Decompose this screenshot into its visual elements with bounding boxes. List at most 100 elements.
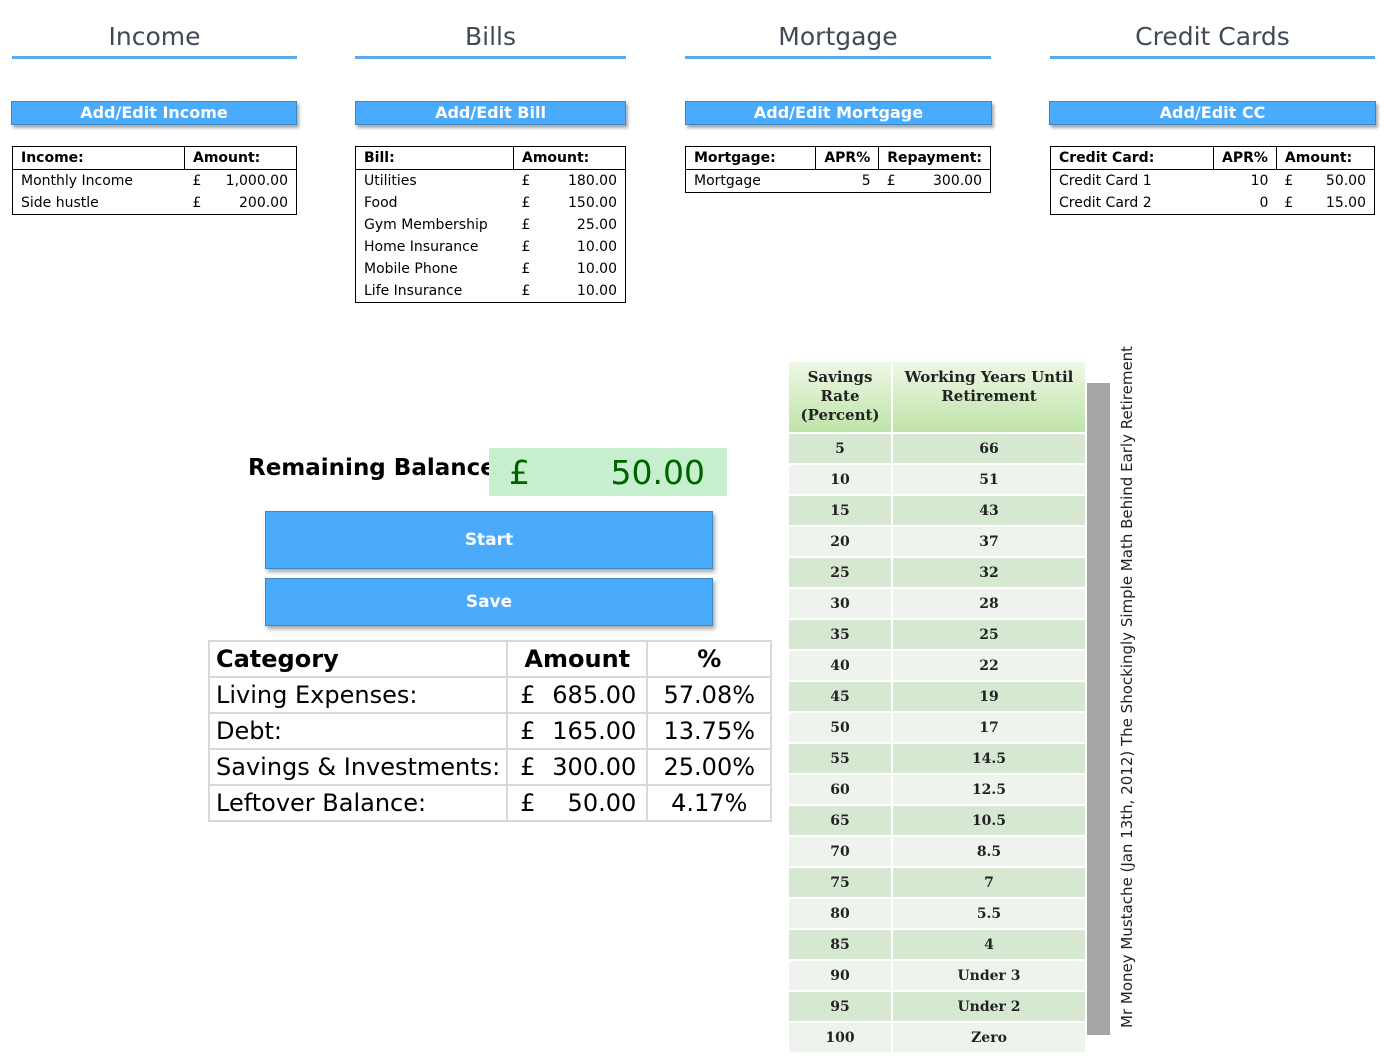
bill-name: Gym Membership [364, 217, 488, 233]
column-header: Income: [12, 146, 185, 170]
currency-symbol: £ [509, 453, 530, 492]
add-edit-mortgage-button[interactable]: Add/Edit Mortgage [685, 101, 992, 125]
working-years-cell: 28 [892, 587, 1087, 619]
table-row: 40 22 [789, 649, 1087, 681]
credit-cards-table: Credit Card: APR% Amount: Credit Card 1 … [1050, 146, 1375, 215]
table-row[interactable]: Mortgage 5 £ 300.00 [686, 170, 991, 193]
bill-amount: 150.00 [568, 195, 617, 211]
table-header-row: Bill: Amount: [355, 146, 626, 170]
income-title: Income [12, 22, 297, 59]
mortgage-title: Mortgage [685, 22, 991, 59]
working-years-cell: 8.5 [892, 835, 1087, 867]
bills-table: Bill: Amount: Utilities £180.00 Food £150.… [355, 146, 626, 303]
currency-symbol: £ [521, 283, 531, 299]
bill-name: Food [364, 195, 398, 211]
currency-symbol: £ [506, 748, 543, 786]
mortgage-table: Mortgage: APR% Repayment: Mortgage 5 £ 3… [685, 146, 991, 193]
card-name: Credit Card 1 [1059, 173, 1152, 189]
savings-rate-header: Savings Rate (Percent) [789, 362, 893, 433]
add-edit-income-button[interactable]: Add/Edit Income [11, 101, 297, 125]
table-row: 20 37 [789, 525, 1087, 557]
savings-rate-cell: 100 [789, 1021, 893, 1052]
source-credit: Mr Money Mustache (Jan 13th, 2012) The S… [1118, 345, 1136, 1028]
table-row[interactable]: Utilities £180.00 [356, 170, 626, 193]
category-percent: 13.75% [646, 712, 773, 750]
column-header: Amount: [184, 146, 297, 170]
savings-rate-cell: 40 [789, 649, 893, 681]
table-row: 35 25 [789, 618, 1087, 650]
table-row[interactable]: Monthly Income £ 1,000.00 [13, 170, 297, 193]
working-years-cell: 37 [892, 525, 1087, 557]
bill-name: Life Insurance [364, 283, 463, 299]
column-header: Bill: [355, 146, 514, 170]
start-button[interactable]: Start [265, 511, 713, 569]
column-header: APR% [1213, 146, 1277, 170]
table-row: 75 7 [789, 866, 1087, 898]
working-years-cell: 51 [892, 463, 1087, 495]
bill-amount: 10.00 [576, 239, 617, 255]
mortgage-name: Mortgage [694, 173, 761, 189]
category-amount: 50.00 [542, 784, 649, 822]
category-summary-table: Category Amount % Living Expenses: £ 685… [207, 640, 773, 822]
bills-title: Bills [355, 22, 626, 59]
category-name: Savings & Investments: [207, 748, 509, 786]
currency-symbol: £ [521, 195, 531, 211]
remaining-balance-value: 50.00 [610, 453, 705, 492]
add-edit-bill-button[interactable]: Add/Edit Bill [355, 101, 626, 125]
column-header: Amount: [1276, 146, 1375, 170]
savings-rate-cell: 5 [789, 432, 893, 464]
working-years-cell: 14.5 [892, 742, 1087, 774]
retirement-table: Savings Rate (Percent) Working Years Unt… [789, 362, 1087, 1052]
income-amount: 1,000.00 [225, 173, 288, 189]
table-row[interactable]: Home Insurance £10.00 [356, 236, 626, 258]
currency-symbol: £ [521, 173, 531, 189]
currency-symbol: £ [1284, 173, 1294, 189]
table-row: 10 51 [789, 463, 1087, 495]
table-row[interactable]: Life Insurance £10.00 [356, 280, 626, 303]
category-name: Leftover Balance: [207, 784, 509, 822]
table-row: 15 43 [789, 494, 1087, 526]
add-edit-cc-button[interactable]: Add/Edit CC [1049, 101, 1376, 125]
savings-rate-cell: 85 [789, 928, 893, 960]
category-name: Living Expenses: [207, 676, 509, 714]
category-name: Debt: [207, 712, 509, 750]
table-row: 100 Zero [789, 1021, 1087, 1052]
column-header: Amount: [513, 146, 626, 170]
column-header: Amount [506, 640, 649, 678]
currency-symbol: £ [521, 261, 531, 277]
table-row: 85 4 [789, 928, 1087, 960]
category-amount: 685.00 [542, 676, 649, 714]
savings-rate-cell: 30 [789, 587, 893, 619]
table-row: 70 8.5 [789, 835, 1087, 867]
currency-symbol: £ [521, 217, 531, 233]
working-years-cell: 66 [892, 432, 1087, 464]
column-header: Credit Card: [1050, 146, 1214, 170]
working-years-cell: 17 [892, 711, 1087, 743]
table-row[interactable]: Side hustle £ 200.00 [13, 192, 297, 215]
mortgage-repayment: 300.00 [933, 173, 982, 189]
currency-symbol: £ [192, 195, 202, 211]
currency-symbol: £ [521, 239, 531, 255]
table-row[interactable]: Credit Card 1 10 £ 50.00 [1051, 170, 1375, 193]
table-row[interactable]: Mobile Phone £10.00 [356, 258, 626, 280]
bill-name: Utilities [364, 173, 417, 189]
bill-amount: 25.00 [576, 217, 617, 233]
table-row[interactable]: Gym Membership £25.00 [356, 214, 626, 236]
column-header: % [646, 640, 773, 678]
save-button[interactable]: Save [265, 578, 713, 626]
savings-rate-cell: 10 [789, 463, 893, 495]
bill-name: Home Insurance [364, 239, 479, 255]
remaining-balance-box: £ 50.00 [489, 448, 727, 496]
working-years-cell: 7 [892, 866, 1087, 898]
table-row[interactable]: Credit Card 2 0 £ 15.00 [1051, 192, 1375, 215]
column-header: Mortgage: [685, 146, 817, 170]
table-row[interactable]: Food £150.00 [356, 192, 626, 214]
savings-rate-cell: 15 [789, 494, 893, 526]
table-row: 50 17 [789, 711, 1087, 743]
table-header-row: Mortgage: APR% Repayment: [685, 146, 991, 170]
working-years-cell: 4 [892, 928, 1087, 960]
income-name: Side hustle [21, 195, 99, 211]
bill-amount: 10.00 [576, 283, 617, 299]
table-header-row: Income: Amount: [12, 146, 297, 170]
card-amount: 50.00 [1325, 173, 1366, 189]
